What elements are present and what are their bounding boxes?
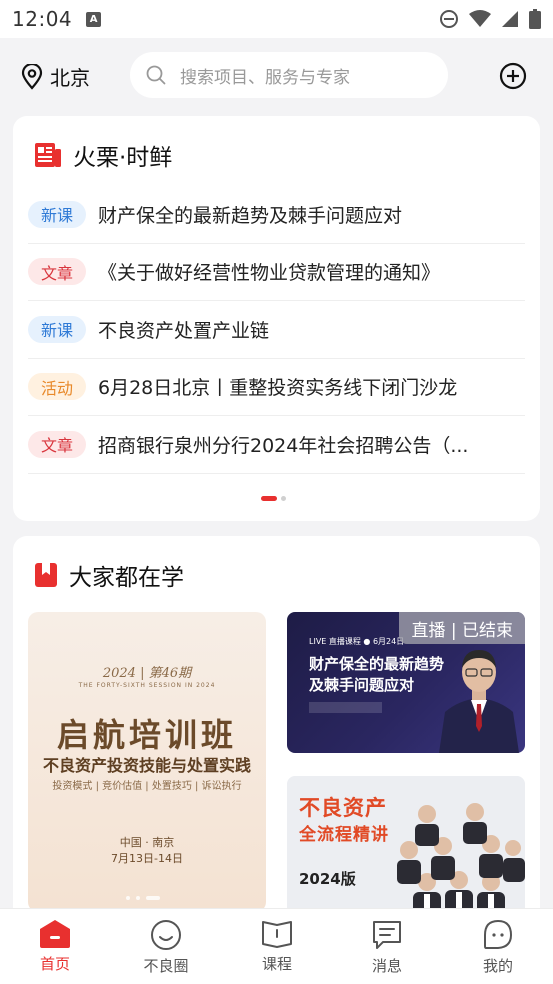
battery-icon bbox=[529, 9, 541, 29]
bookmark-icon bbox=[35, 563, 57, 587]
hot-news-title: 火栗·时鲜 bbox=[73, 138, 173, 172]
page-dot-active bbox=[261, 496, 277, 501]
training-banner[interactable]: 2024 | 第46期 THE FORTY-SIXTH SESSION IN 2… bbox=[28, 612, 266, 912]
news-list: 新课 财产保全的最新趋势及棘手问题应对 文章 《关于做好经营性物业贷款管理的通知… bbox=[28, 186, 525, 474]
page-indicator bbox=[261, 496, 286, 501]
news-item[interactable]: 新课 财产保全的最新趋势及棘手问题应对 bbox=[28, 186, 525, 244]
bottom-tab-bar: 首页 不良圈 课程 消息 我的 bbox=[0, 908, 553, 984]
tab-label: 不良圈 bbox=[143, 957, 189, 975]
do-not-disturb-icon bbox=[440, 10, 458, 28]
banner-indicator bbox=[126, 896, 160, 900]
news-tag: 文章 bbox=[28, 258, 86, 286]
news-title: 6月28日北京丨重整投资实务线下闭门沙龙 bbox=[98, 377, 458, 400]
tab-label: 我的 bbox=[482, 957, 513, 975]
news-title: 《关于做好经营性物业贷款管理的通知》 bbox=[98, 262, 441, 285]
tab-circle[interactable]: 不良圈 bbox=[126, 919, 206, 976]
tab-messages[interactable]: 消息 bbox=[347, 919, 427, 976]
course-title-line1: 不良资产 bbox=[299, 796, 387, 820]
news-item[interactable]: 新课 不良资产处置产业链 bbox=[28, 301, 525, 359]
live-note-bar bbox=[309, 702, 382, 713]
news-title: 招商银行泉州分行2024年社会招聘公告（... bbox=[98, 434, 469, 457]
add-circle-icon[interactable] bbox=[499, 62, 527, 90]
hot-news-card: 火栗·时鲜 新课 财产保全的最新趋势及棘手问题应对 文章 《关于做好经营性物业贷… bbox=[13, 116, 540, 521]
notification-icon: A bbox=[86, 11, 102, 27]
popular-learning-card: 大家都在学 2024 | 第46期 THE FORTY-SIXTH SESSIO… bbox=[13, 536, 540, 936]
search-input[interactable]: 搜索项目、服务与专家 bbox=[130, 52, 448, 98]
banner-subtitle: 不良资产投资技能与处置实践 bbox=[42, 756, 251, 775]
banner-title: 启航培训班 bbox=[56, 716, 237, 754]
search-icon bbox=[146, 65, 166, 85]
course-edition: 2024版 bbox=[299, 870, 356, 888]
popular-learning-title: 大家都在学 bbox=[69, 558, 184, 592]
tab-courses[interactable]: 课程 bbox=[237, 919, 317, 974]
header: 北京 搜索项目、服务与专家 bbox=[0, 38, 553, 114]
location-selector[interactable]: 北京 bbox=[20, 62, 90, 91]
page-dot bbox=[281, 496, 286, 501]
book-icon bbox=[262, 921, 292, 948]
popular-learning-header: 大家都在学 bbox=[35, 558, 184, 592]
speaker-photo bbox=[439, 650, 519, 753]
home-icon bbox=[40, 920, 70, 948]
live-status-badge: 直播 | 已结束 bbox=[399, 612, 525, 644]
news-tag: 新课 bbox=[28, 200, 86, 228]
tab-label: 课程 bbox=[261, 955, 292, 973]
banner-year: 2024 | 第46期 bbox=[102, 666, 192, 681]
tab-label: 消息 bbox=[371, 957, 402, 975]
news-tag: 文章 bbox=[28, 430, 86, 458]
news-item[interactable]: 文章 《关于做好经营性物业贷款管理的通知》 bbox=[28, 244, 525, 301]
location-pin-icon bbox=[21, 63, 43, 90]
news-icon bbox=[35, 143, 61, 167]
status-icons bbox=[439, 9, 541, 29]
message-icon bbox=[373, 921, 401, 949]
tab-home[interactable]: 首页 bbox=[15, 919, 95, 974]
tab-label: 首页 bbox=[39, 955, 70, 973]
live-course-card[interactable]: LIVE 直播课程 ● 6月24日 财产保全的最新趋势 及棘手问题应对 直播 |… bbox=[287, 612, 525, 753]
news-title: 财产保全的最新趋势及棘手问题应对 bbox=[98, 204, 403, 227]
news-item[interactable]: 文章 招商银行泉州分行2024年社会招聘公告（... bbox=[28, 416, 525, 474]
wifi-icon bbox=[469, 10, 491, 27]
news-tag: 新课 bbox=[28, 315, 86, 343]
status-time: 12:04 bbox=[12, 7, 73, 31]
search-placeholder: 搜索项目、服务与专家 bbox=[180, 67, 350, 88]
live-title: 财产保全的最新趋势 及棘手问题应对 bbox=[309, 655, 445, 694]
hot-news-header: 火栗·时鲜 bbox=[35, 138, 173, 172]
course-title-line2: 全流程精讲 bbox=[299, 825, 389, 845]
banner-tags: 投资模式 | 竞价估值 | 处置技巧 | 诉讼执行 bbox=[52, 781, 242, 792]
tab-profile[interactable]: 我的 bbox=[458, 919, 538, 976]
banner-date: 7月13日-14日 bbox=[111, 852, 183, 865]
smile-icon bbox=[151, 920, 181, 950]
news-tag: 活动 bbox=[28, 373, 86, 401]
banner-place: 中国 · 南京 bbox=[119, 836, 175, 849]
live-top-label: LIVE 直播课程 ● 6月24日 bbox=[309, 637, 405, 646]
news-title: 不良资产处置产业链 bbox=[98, 319, 270, 342]
banner-session: THE FORTY-SIXTH SESSION IN 2024 bbox=[78, 682, 216, 689]
signal-icon bbox=[502, 11, 518, 27]
status-bar: 12:04 A bbox=[0, 0, 553, 38]
news-item[interactable]: 活动 6月28日北京丨重整投资实务线下闭门沙龙 bbox=[28, 359, 525, 416]
profile-face-icon bbox=[484, 919, 513, 949]
location-label: 北京 bbox=[50, 66, 90, 90]
